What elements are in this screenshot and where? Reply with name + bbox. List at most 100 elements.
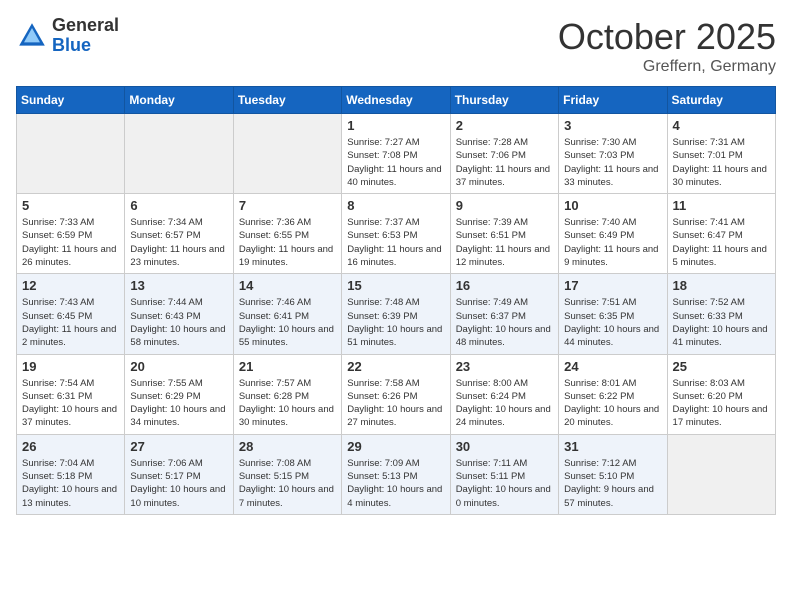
- day-number: 5: [22, 198, 119, 213]
- day-number: 26: [22, 439, 119, 454]
- day-info: Sunrise: 7:57 AM Sunset: 6:28 PM Dayligh…: [239, 377, 336, 430]
- weekday-header-wednesday: Wednesday: [342, 87, 450, 114]
- day-info: Sunrise: 7:28 AM Sunset: 7:06 PM Dayligh…: [456, 136, 553, 189]
- calendar-cell: 6 Sunrise: 7:34 AM Sunset: 6:57 PM Daylig…: [125, 194, 233, 274]
- calendar-cell: 3 Sunrise: 7:30 AM Sunset: 7:03 PM Daylig…: [559, 114, 667, 194]
- day-info: Sunrise: 7:27 AM Sunset: 7:08 PM Dayligh…: [347, 136, 444, 189]
- day-info: Sunrise: 7:12 AM Sunset: 5:10 PM Dayligh…: [564, 457, 661, 510]
- calendar-cell: 9 Sunrise: 7:39 AM Sunset: 6:51 PM Daylig…: [450, 194, 558, 274]
- calendar-cell: [233, 114, 341, 194]
- calendar-week-1: 1 Sunrise: 7:27 AM Sunset: 7:08 PM Daylig…: [17, 114, 776, 194]
- day-number: 18: [673, 278, 770, 293]
- day-info: Sunrise: 7:46 AM Sunset: 6:41 PM Dayligh…: [239, 296, 336, 349]
- day-info: Sunrise: 7:48 AM Sunset: 6:39 PM Dayligh…: [347, 296, 444, 349]
- day-number: 14: [239, 278, 336, 293]
- day-number: 22: [347, 359, 444, 374]
- day-info: Sunrise: 7:41 AM Sunset: 6:47 PM Dayligh…: [673, 216, 770, 269]
- location-text: Greffern, Germany: [558, 58, 776, 76]
- day-number: 16: [456, 278, 553, 293]
- day-info: Sunrise: 7:40 AM Sunset: 6:49 PM Dayligh…: [564, 216, 661, 269]
- calendar-cell: 22 Sunrise: 7:58 AM Sunset: 6:26 PM Dayli…: [342, 354, 450, 434]
- day-info: Sunrise: 7:39 AM Sunset: 6:51 PM Dayligh…: [456, 216, 553, 269]
- day-info: Sunrise: 7:36 AM Sunset: 6:55 PM Dayligh…: [239, 216, 336, 269]
- day-info: Sunrise: 7:34 AM Sunset: 6:57 PM Dayligh…: [130, 216, 227, 269]
- calendar-cell: 28Sunrise: 7:08 AM Sunset: 5:15 PM Dayli…: [233, 434, 341, 514]
- day-info: Sunrise: 7:54 AM Sunset: 6:31 PM Dayligh…: [22, 377, 119, 430]
- calendar-cell: 21Sunrise: 7:57 AM Sunset: 6:28 PM Dayli…: [233, 354, 341, 434]
- day-number: 1: [347, 118, 444, 133]
- title-block: October 2025 Greffern, Germany: [558, 16, 776, 76]
- weekday-header-saturday: Saturday: [667, 87, 775, 114]
- calendar-cell: 31Sunrise: 7:12 AM Sunset: 5:10 PM Dayli…: [559, 434, 667, 514]
- day-info: Sunrise: 7:04 AM Sunset: 5:18 PM Dayligh…: [22, 457, 119, 510]
- calendar-cell: 25 Sunrise: 8:03 AM Sunset: 6:20 PM Dayli…: [667, 354, 775, 434]
- calendar-cell: 7 Sunrise: 7:36 AM Sunset: 6:55 PM Daylig…: [233, 194, 341, 274]
- day-info: Sunrise: 7:09 AM Sunset: 5:13 PM Dayligh…: [347, 457, 444, 510]
- weekday-header-sunday: Sunday: [17, 87, 125, 114]
- day-info: Sunrise: 7:30 AM Sunset: 7:03 PM Dayligh…: [564, 136, 661, 189]
- calendar-cell: 8 Sunrise: 7:37 AM Sunset: 6:53 PM Daylig…: [342, 194, 450, 274]
- day-number: 13: [130, 278, 227, 293]
- weekday-header-tuesday: Tuesday: [233, 87, 341, 114]
- calendar-cell: 23Sunrise: 8:00 AM Sunset: 6:24 PM Dayli…: [450, 354, 558, 434]
- logo-general-text: General: [52, 16, 119, 36]
- day-number: 30: [456, 439, 553, 454]
- calendar-cell: 17Sunrise: 7:51 AM Sunset: 6:35 PM Dayli…: [559, 274, 667, 354]
- day-number: 8: [347, 198, 444, 213]
- day-info: Sunrise: 7:06 AM Sunset: 5:17 PM Dayligh…: [130, 457, 227, 510]
- day-info: Sunrise: 8:01 AM Sunset: 6:22 PM Dayligh…: [564, 377, 661, 430]
- logo-icon: [16, 20, 48, 52]
- day-info: Sunrise: 8:00 AM Sunset: 6:24 PM Dayligh…: [456, 377, 553, 430]
- logo: General Blue: [16, 16, 119, 56]
- day-info: Sunrise: 7:08 AM Sunset: 5:15 PM Dayligh…: [239, 457, 336, 510]
- page-header: General Blue October 2025 Greffern, Germ…: [16, 16, 776, 76]
- weekday-header-thursday: Thursday: [450, 87, 558, 114]
- day-number: 12: [22, 278, 119, 293]
- day-number: 9: [456, 198, 553, 213]
- day-number: 27: [130, 439, 227, 454]
- day-number: 15: [347, 278, 444, 293]
- day-number: 25: [673, 359, 770, 374]
- day-number: 3: [564, 118, 661, 133]
- calendar-cell: 4 Sunrise: 7:31 AM Sunset: 7:01 PM Daylig…: [667, 114, 775, 194]
- calendar-cell: 29 Sunrise: 7:09 AM Sunset: 5:13 PM Dayli…: [342, 434, 450, 514]
- day-info: Sunrise: 7:11 AM Sunset: 5:11 PM Dayligh…: [456, 457, 553, 510]
- weekday-header-friday: Friday: [559, 87, 667, 114]
- day-info: Sunrise: 7:33 AM Sunset: 6:59 PM Dayligh…: [22, 216, 119, 269]
- calendar-cell: 18Sunrise: 7:52 AM Sunset: 6:33 PM Dayli…: [667, 274, 775, 354]
- logo-blue-text: Blue: [52, 36, 119, 56]
- day-number: 11: [673, 198, 770, 213]
- day-info: Sunrise: 7:55 AM Sunset: 6:29 PM Dayligh…: [130, 377, 227, 430]
- calendar-cell: 2Sunrise: 7:28 AM Sunset: 7:06 PM Daylig…: [450, 114, 558, 194]
- calendar-cell: 26 Sunrise: 7:04 AM Sunset: 5:18 PM Dayli…: [17, 434, 125, 514]
- month-title: October 2025: [558, 16, 776, 58]
- calendar-cell: 14 Sunrise: 7:46 AM Sunset: 6:41 PM Dayli…: [233, 274, 341, 354]
- logo-text: General Blue: [52, 16, 119, 56]
- calendar-cell: 30 Sunrise: 7:11 AM Sunset: 5:11 PM Dayli…: [450, 434, 558, 514]
- calendar-cell: 11 Sunrise: 7:41 AM Sunset: 6:47 PM Dayli…: [667, 194, 775, 274]
- day-info: Sunrise: 8:03 AM Sunset: 6:20 PM Dayligh…: [673, 377, 770, 430]
- day-number: 20: [130, 359, 227, 374]
- day-number: 10: [564, 198, 661, 213]
- day-number: 19: [22, 359, 119, 374]
- calendar-cell: 15 Sunrise: 7:48 AM Sunset: 6:39 PM Dayli…: [342, 274, 450, 354]
- calendar-cell: [667, 434, 775, 514]
- day-number: 4: [673, 118, 770, 133]
- calendar-cell: 10 Sunrise: 7:40 AM Sunset: 6:49 PM Dayli…: [559, 194, 667, 274]
- calendar-week-2: 5 Sunrise: 7:33 AM Sunset: 6:59 PM Daylig…: [17, 194, 776, 274]
- day-info: Sunrise: 7:37 AM Sunset: 6:53 PM Dayligh…: [347, 216, 444, 269]
- calendar-cell: 12 Sunrise: 7:43 AM Sunset: 6:45 PM Dayli…: [17, 274, 125, 354]
- calendar-cell: 24Sunrise: 8:01 AM Sunset: 6:22 PM Dayli…: [559, 354, 667, 434]
- weekday-header-monday: Monday: [125, 87, 233, 114]
- day-info: Sunrise: 7:58 AM Sunset: 6:26 PM Dayligh…: [347, 377, 444, 430]
- day-number: 6: [130, 198, 227, 213]
- calendar-cell: 19 Sunrise: 7:54 AM Sunset: 6:31 PM Dayli…: [17, 354, 125, 434]
- day-info: Sunrise: 7:31 AM Sunset: 7:01 PM Dayligh…: [673, 136, 770, 189]
- day-info: Sunrise: 7:49 AM Sunset: 6:37 PM Dayligh…: [456, 296, 553, 349]
- weekday-header-row: SundayMondayTuesdayWednesdayThursdayFrid…: [17, 87, 776, 114]
- calendar-cell: 1 Sunrise: 7:27 AM Sunset: 7:08 PM Daylig…: [342, 114, 450, 194]
- calendar-cell: 20 Sunrise: 7:55 AM Sunset: 6:29 PM Dayli…: [125, 354, 233, 434]
- day-number: 29: [347, 439, 444, 454]
- day-info: Sunrise: 7:43 AM Sunset: 6:45 PM Dayligh…: [22, 296, 119, 349]
- day-number: 7: [239, 198, 336, 213]
